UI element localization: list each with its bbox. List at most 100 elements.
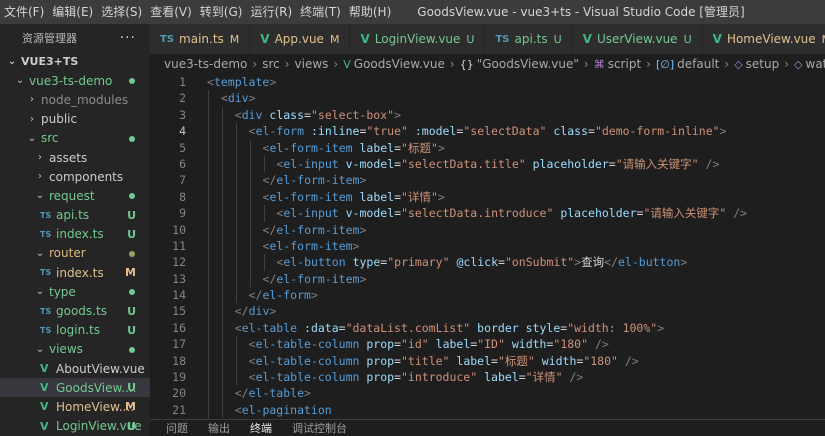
code-line: 16 <el-table :data="dataList.comList" bor… xyxy=(150,319,825,337)
indent-guide xyxy=(249,188,251,206)
editor-tab[interactable]: V LoginView.vue U xyxy=(350,24,486,54)
panel-tab[interactable]: 调试控制台 xyxy=(292,420,347,436)
breadcrumb-item[interactable]: views xyxy=(295,57,329,71)
code-token: "primary" xyxy=(387,255,450,270)
git-change-dot xyxy=(129,346,135,353)
code-token: el-button xyxy=(618,255,681,270)
folder-item[interactable]: ⌄ type xyxy=(0,282,150,301)
folder-item[interactable]: ⌄ router xyxy=(0,244,150,263)
panel-tab[interactable]: 输出 xyxy=(208,420,230,436)
tree-item-label: node_modules xyxy=(41,92,129,107)
panel-tab[interactable]: 问题 xyxy=(166,420,188,436)
breadcrumb-item[interactable]: ◇ setup xyxy=(734,57,779,71)
line-number: 13 xyxy=(172,271,186,286)
file-item[interactable]: TS api.ts U xyxy=(0,206,150,225)
indent-guide xyxy=(249,155,251,173)
editor-tab[interactable]: V HomeView.vue M xyxy=(702,24,825,54)
editor-tab[interactable]: V UserView.vue U xyxy=(572,24,703,54)
menu-item[interactable]: 运行(R) xyxy=(246,0,296,24)
menu-item[interactable]: 查看(V) xyxy=(146,0,196,24)
folder-item[interactable]: › assets xyxy=(0,148,150,167)
indent-guide xyxy=(263,205,265,222)
menu-item[interactable]: 选择(S) xyxy=(97,0,146,24)
file-item[interactable]: V LoginView.vue U xyxy=(0,417,150,436)
breadcrumb-symbol-icon: [∅] xyxy=(655,58,675,71)
panel-tab[interactable]: 终端 xyxy=(250,420,272,436)
breadcrumb-item[interactable]: vue3-ts-demo xyxy=(164,57,247,71)
code-token: div xyxy=(248,304,270,319)
line-number: 9 xyxy=(179,206,186,221)
folder-item[interactable]: ⌄ src xyxy=(0,129,150,148)
code-text: <el-table-column prop="id" label="ID" wi… xyxy=(249,336,609,352)
code-token: "详情" xyxy=(525,370,563,385)
file-item[interactable]: TS index.ts M xyxy=(0,263,150,282)
breadcrumb-symbol-icon: ⌘ xyxy=(593,58,605,71)
tab-git-status: M xyxy=(329,32,340,46)
code-token: > xyxy=(359,222,367,237)
breadcrumb-symbol-icon: ◇ xyxy=(734,58,743,71)
breadcrumb-item[interactable]: V GoodsView.vue xyxy=(343,57,445,71)
code-line: 11 <el-form-item> xyxy=(150,237,825,255)
code-text: <el-form-item label="标题"> xyxy=(263,140,445,156)
menu-item[interactable]: 编辑(E) xyxy=(48,0,97,24)
editor-tab[interactable]: TS main.ts M xyxy=(150,24,251,54)
workspace-section[interactable]: ⌄ VUE3+TS xyxy=(0,52,150,71)
chevron-right-icon: › xyxy=(38,171,42,183)
file-item[interactable]: TS goods.ts U xyxy=(0,301,150,320)
folder-item[interactable]: › public xyxy=(0,110,150,129)
code-token: width xyxy=(541,353,577,368)
menu-item[interactable]: 帮助(H) xyxy=(345,0,395,24)
breadcrumb-item[interactable]: ⌘ script xyxy=(594,57,641,71)
breadcrumb-item[interactable]: {} "GoodsView.vue" xyxy=(460,57,579,71)
git-status-badge: U xyxy=(127,419,136,433)
explorer-title: 资源管理器 xyxy=(22,32,77,45)
code-token: type xyxy=(352,255,381,270)
code-token: el-input xyxy=(283,206,339,221)
breadcrumb-item[interactable]: src xyxy=(262,57,280,71)
code-token: </ xyxy=(262,173,277,188)
tree-item-label: type xyxy=(49,284,76,299)
menu-item[interactable]: 文件(F) xyxy=(0,0,48,24)
code-token: > xyxy=(657,320,665,335)
code-token: </ xyxy=(248,288,263,303)
indent-guide xyxy=(208,155,209,173)
code-token: "180" xyxy=(583,353,618,368)
code-editor[interactable]: 1 <template> 2 <div> 3 <div class="select-box… xyxy=(150,74,825,419)
indent-guide xyxy=(235,336,237,353)
code-line: 9 <el-input v-model="selectData.introduce… xyxy=(150,205,825,222)
breadcrumb-item[interactable]: [∅] default xyxy=(656,57,719,71)
folder-item[interactable]: › components xyxy=(0,167,150,186)
folder-item[interactable]: ⌄ views xyxy=(0,340,150,359)
code-token: "onSubmit" xyxy=(504,255,575,270)
explorer-header: 资源管理器 ··· xyxy=(0,24,150,52)
folder-item[interactable]: ⌄ request xyxy=(0,186,150,205)
file-item[interactable]: V GoodsView.... U xyxy=(0,378,150,398)
line-number: 7 xyxy=(179,173,186,188)
file-item[interactable]: V HomeView.... M xyxy=(0,397,150,416)
indent-guide xyxy=(208,139,209,156)
more-actions-icon[interactable]: ··· xyxy=(120,30,136,46)
menu-item[interactable]: 终端(T) xyxy=(296,0,345,24)
file-item[interactable]: V AboutView.vue xyxy=(0,359,150,378)
file-item[interactable]: TS index.ts U xyxy=(0,225,150,244)
indent-guide xyxy=(235,352,237,370)
breadcrumb-label: "GoodsView.vue" xyxy=(476,57,579,71)
menu-item[interactable]: 转到(G) xyxy=(196,0,247,24)
editor-tab[interactable]: V App.vue M xyxy=(250,24,351,54)
editor-tab[interactable]: TS api.ts U xyxy=(485,24,573,54)
line-number: 3 xyxy=(179,107,186,122)
code-token: el-pagination xyxy=(241,402,332,417)
folder-item[interactable]: › node_modules xyxy=(0,90,150,109)
code-token: < xyxy=(248,370,256,385)
typescript-file-icon: TS xyxy=(40,325,52,335)
chevron-down-icon: ⌄ xyxy=(35,286,45,298)
file-item[interactable]: TS login.ts U xyxy=(0,321,150,340)
code-line: 12 <el-button type="primary" @click="onSu… xyxy=(150,254,825,271)
folder-item[interactable]: ⌄ vue3-ts-demo xyxy=(0,71,150,90)
indent-guide xyxy=(235,123,237,140)
breadcrumb-item[interactable]: ◇watch() callback xyxy=(794,57,825,71)
code-token: </ xyxy=(234,304,249,319)
